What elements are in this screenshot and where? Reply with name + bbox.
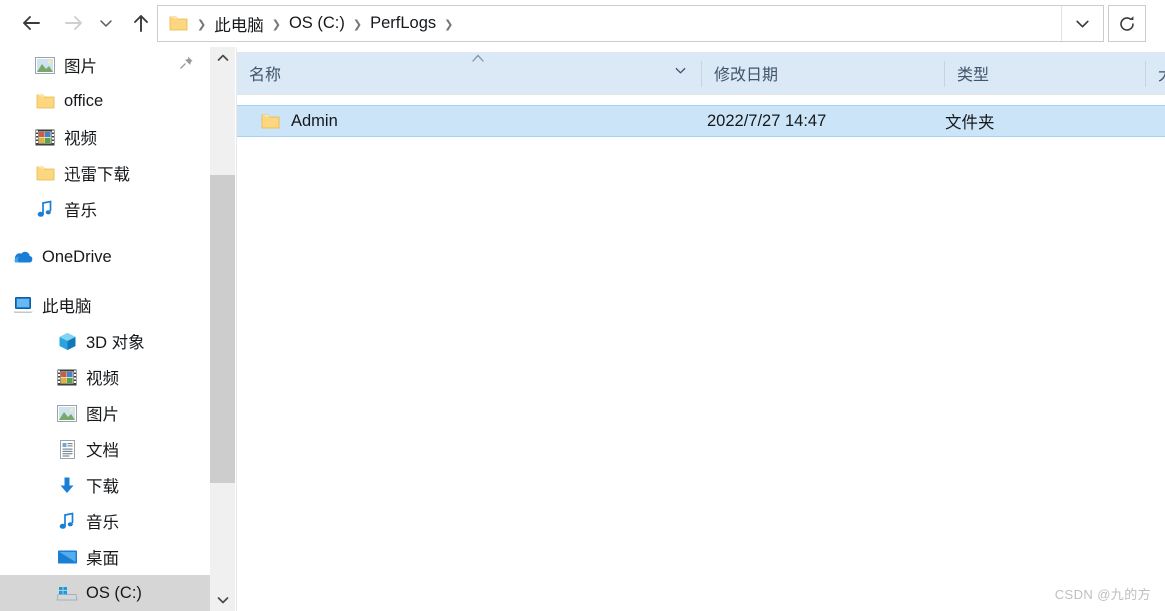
sidebar-item-label: 音乐 [64, 202, 97, 220]
column-header-label: 大小 [1146, 61, 1165, 85]
sidebar-item-label: 桌面 [86, 550, 119, 568]
sidebar-item-pictures-quick[interactable]: 图片 [0, 47, 210, 83]
arrow-left-icon [23, 16, 40, 30]
file-modified-date: 2022/7/27 14:47 [707, 111, 827, 130]
recent-locations-button[interactable] [93, 4, 119, 42]
sidebar-item-office[interactable]: office [0, 83, 210, 119]
arrow-up-icon [134, 15, 148, 32]
file-type: 文件夹 [945, 114, 995, 132]
chevron-up-icon [217, 54, 228, 61]
breadcrumb-item-2[interactable]: PerfLogs [365, 14, 441, 33]
file-list-pane: 名称 修改日期 类型 Admin 2022/7/27 14:47 文件夹 [236, 47, 1165, 611]
sidebar-item-label: 音乐 [86, 514, 119, 532]
file-name-label: Admin [291, 111, 338, 130]
sidebar-item-label: 视频 [64, 130, 97, 148]
sidebar-item-this-pc[interactable]: 此电脑 [0, 287, 210, 323]
chevron-down-icon [100, 20, 112, 27]
table-row[interactable]: Admin 2022/7/27 14:47 文件夹 [237, 105, 1165, 137]
arrow-right-icon [65, 16, 82, 30]
sidebar-item-label: OS (C:) [86, 583, 142, 602]
sidebar-item-label: 迅雷下载 [64, 166, 130, 184]
videos-icon [34, 126, 56, 148]
column-header-label: 修改日期 [714, 67, 779, 84]
chevron-down-icon [675, 67, 686, 74]
breadcrumb-separator: ❯ [271, 19, 281, 31]
sidebar-item-label: OneDrive [42, 247, 112, 266]
sidebar-item-videos-quick[interactable]: 视频 [0, 119, 210, 155]
forward-button [55, 4, 93, 42]
folder-icon [261, 113, 280, 130]
onedrive-cloud-icon [12, 246, 34, 268]
3d-objects-icon [56, 330, 78, 352]
sidebar-item-thunder-download[interactable]: 迅雷下载 [0, 155, 210, 191]
pictures-icon [34, 54, 56, 76]
music-icon [56, 510, 78, 532]
sidebar-item-pictures[interactable]: 图片 [0, 395, 210, 431]
column-header-label: 类型 [957, 67, 990, 84]
column-filter-chevron[interactable] [673, 63, 688, 83]
sort-ascending-caret [469, 53, 487, 66]
breadcrumb-separator: ❯ [444, 19, 454, 31]
address-bar[interactable]: ❯ 此电脑 ❯ OS (C:) ❯ PerfLogs ❯ [157, 5, 1104, 42]
sidebar-item-onedrive[interactable]: OneDrive [0, 239, 210, 275]
sidebar-item-downloads[interactable]: 下载 [0, 467, 210, 503]
breadcrumb: ❯ 此电脑 ❯ OS (C:) ❯ PerfLogs ❯ [194, 6, 456, 41]
navigation-pane-scrollbar[interactable] [210, 47, 235, 611]
sidebar-item-label: 下载 [86, 478, 119, 496]
sidebar-item-label: 视频 [86, 370, 119, 388]
sidebar-item-desktop[interactable]: 桌面 [0, 539, 210, 575]
refresh-icon [1120, 15, 1134, 31]
scroll-down-button[interactable] [210, 589, 235, 611]
sidebar-item-music[interactable]: 音乐 [0, 503, 210, 539]
folder-icon [34, 162, 56, 184]
column-header-row: 名称 修改日期 类型 [237, 52, 1165, 95]
up-button[interactable] [122, 4, 160, 42]
pictures-icon [56, 402, 78, 424]
address-folder-icon [169, 15, 188, 37]
file-name-cell: Admin [261, 112, 338, 131]
scrollbar-thumb[interactable] [210, 175, 235, 483]
sidebar-item-label: 文档 [86, 442, 119, 460]
navigation-pane: 图片 office 视频 迅雷下载 音乐 OneDrive 此电脑 3D 对象 … [0, 47, 210, 611]
sidebar-item-label: 此电脑 [42, 298, 92, 316]
column-header-modified-date[interactable]: 修改日期 [702, 52, 944, 94]
sidebar-item-music-quick[interactable]: 音乐 [0, 191, 210, 227]
downloads-icon [56, 474, 78, 496]
breadcrumb-item-0[interactable]: 此电脑 [209, 12, 269, 36]
folder-icon [34, 90, 56, 112]
file-explorer-window: ❯ 此电脑 ❯ OS (C:) ❯ PerfLogs ❯ 图片 office 视… [0, 0, 1165, 611]
sidebar-item-label: 图片 [86, 406, 119, 424]
address-dropdown-button[interactable] [1061, 6, 1103, 41]
sidebar-item-documents[interactable]: 文档 [0, 431, 210, 467]
refresh-button[interactable] [1108, 5, 1146, 42]
music-icon [34, 198, 56, 220]
navigation-toolbar: ❯ 此电脑 ❯ OS (C:) ❯ PerfLogs ❯ [0, 0, 1165, 47]
sidebar-item-label: office [64, 91, 104, 110]
sidebar-item-os-c-drive[interactable]: OS (C:) [0, 575, 210, 611]
watermark: CSDN @九的方 [1054, 587, 1151, 602]
drive-icon [56, 582, 78, 604]
breadcrumb-separator: ❯ [352, 19, 363, 31]
breadcrumb-item-1[interactable]: OS (C:) [284, 14, 350, 33]
videos-icon [56, 366, 78, 388]
breadcrumb-separator: ❯ [197, 19, 207, 31]
back-button[interactable] [12, 4, 50, 42]
column-header-size[interactable]: 大小 [1146, 52, 1165, 94]
desktop-icon [56, 546, 78, 568]
documents-icon [56, 438, 78, 460]
sidebar-item-label: 3D 对象 [86, 334, 145, 352]
computer-icon [12, 294, 34, 316]
column-header-type[interactable]: 类型 [945, 52, 1145, 94]
sidebar-item-videos[interactable]: 视频 [0, 359, 210, 395]
sidebar-item-label: 图片 [64, 58, 97, 76]
scroll-up-button[interactable] [210, 47, 235, 69]
pin-icon[interactable] [179, 55, 194, 75]
chevron-down-icon [1076, 20, 1089, 28]
sidebar-item-3d-objects[interactable]: 3D 对象 [0, 323, 210, 359]
chevron-down-icon [217, 597, 228, 604]
column-header-label: 名称 [249, 67, 282, 84]
column-header-name[interactable]: 名称 [237, 52, 701, 94]
